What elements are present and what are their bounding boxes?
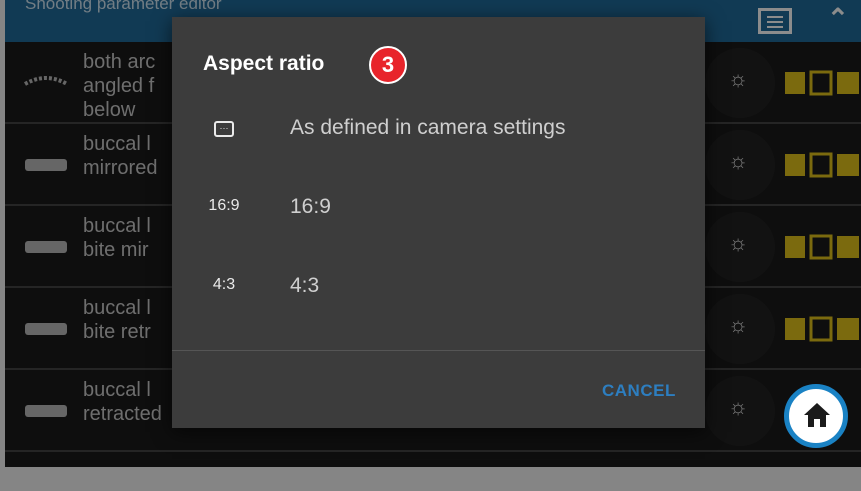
option-16-9[interactable]: 16:9 16:9 [172,178,705,238]
option-label: 16:9 [290,195,331,218]
option-label: 4:3 [290,274,320,297]
app-root: Shooting parameter editor ⌃ both arc ang… [0,0,861,491]
step-badge: 3 [369,46,407,84]
card-icon: ··· [202,118,246,137]
option-camera-settings[interactable]: ··· As defined in camera settings [172,99,705,159]
dialog-title: Aspect ratio [203,52,325,75]
4-3-icon: 4:3 [212,276,236,293]
16-9-icon: 16:9 [208,197,240,214]
cancel-button[interactable]: CANCEL [602,381,676,401]
option-label: As defined in camera settings [290,116,566,139]
dialog-divider [172,350,705,351]
aspect-ratio-dialog: Aspect ratio 3 ··· As defined in camera … [172,17,705,428]
home-button[interactable] [784,384,848,448]
home-icon [804,403,830,427]
option-4-3[interactable]: 4:3 4:3 [172,257,705,317]
